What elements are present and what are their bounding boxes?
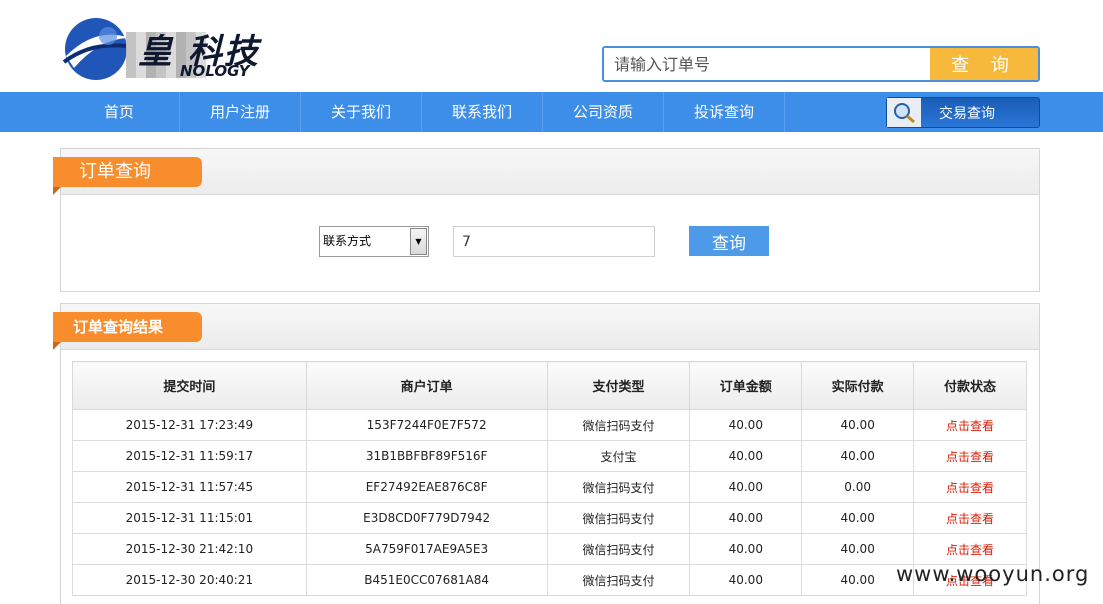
site-logo[interactable]: 皇 科技 NOLOGY	[60, 16, 310, 82]
order-result-panel: 订单查询结果 提交时间 商户订单 支付类型 订单金额 实际付款 付款状态 201…	[53, 303, 1040, 604]
cell-order-amount: 40.00	[689, 471, 803, 503]
nav-contact[interactable]: 联系我们	[422, 92, 543, 132]
order-query-title: 订单查询	[53, 157, 202, 195]
view-status-link[interactable]: 点击查看	[913, 409, 1027, 441]
cell-submit-time: 2015-12-31 11:59:17	[72, 440, 307, 472]
column-payment-status: 付款状态	[913, 361, 1027, 410]
cell-submit-time: 2015-12-30 21:42:10	[72, 533, 307, 565]
cell-submit-time: 2015-12-31 17:23:49	[72, 409, 307, 441]
cell-order-amount: 40.00	[689, 564, 803, 596]
cell-actual-paid: 40.00	[801, 440, 915, 472]
table-row: 2015-12-30 21:42:10 5A759F017AE9A5E3 微信扫…	[72, 533, 1027, 565]
trade-query-button[interactable]: 交易查询	[886, 97, 1040, 128]
site-header: 皇 科技 NOLOGY 查 询	[0, 0, 1103, 92]
nav-qualification[interactable]: 公司资质	[543, 92, 664, 132]
cell-order-amount: 40.00	[689, 409, 803, 441]
cell-order-amount: 40.00	[689, 533, 803, 565]
nav-complaint[interactable]: 投诉查询	[664, 92, 785, 132]
chevron-down-icon[interactable]: ▼	[410, 228, 427, 255]
query-submit-button[interactable]: 查询	[689, 226, 769, 256]
order-result-panel-header	[61, 304, 1039, 350]
trade-query-label: 交易查询	[939, 105, 995, 122]
cell-actual-paid: 0.00	[801, 471, 915, 503]
magnifier-icon	[887, 98, 921, 127]
nav-register[interactable]: 用户注册	[180, 92, 301, 132]
cell-order-amount: 40.00	[689, 502, 803, 534]
view-status-link[interactable]: 点击查看	[913, 471, 1027, 503]
cell-merchant-order: 31B1BBFBF89F516F	[305, 440, 548, 472]
cell-merchant-order: B451E0CC07681A84	[305, 564, 548, 596]
table-row: 2015-12-31 11:15:01 E3D8CD0F779D7942 微信扫…	[72, 502, 1027, 534]
column-actual-paid: 实际付款	[801, 361, 915, 410]
cell-actual-paid: 40.00	[801, 533, 915, 565]
cell-order-amount: 40.00	[689, 440, 803, 472]
cell-merchant-order: 153F7244F0E7F572	[305, 409, 548, 441]
order-number-input[interactable]	[604, 48, 930, 80]
order-result-title: 订单查询结果	[53, 312, 202, 350]
cell-merchant-order: EF27492EAE876C8F	[305, 471, 548, 503]
cell-submit-time: 2015-12-31 11:15:01	[72, 502, 307, 534]
cell-payment-type: 微信扫码支付	[546, 533, 691, 565]
query-type-value: 联系方式	[323, 234, 372, 248]
query-type-select[interactable]: 联系方式 ▼	[319, 226, 429, 257]
order-search-button[interactable]: 查 询	[930, 48, 1038, 80]
order-query-panel-header	[61, 149, 1039, 195]
cell-payment-type: 微信扫码支付	[546, 409, 691, 441]
cell-payment-type: 支付宝	[546, 440, 691, 472]
nav-home[interactable]: 首页	[59, 92, 180, 132]
table-header-row: 提交时间 商户订单 支付类型 订单金额 实际付款 付款状态	[72, 361, 1027, 410]
table-row: 2015-12-30 20:40:21 B451E0CC07681A84 微信扫…	[72, 564, 1027, 596]
view-status-link[interactable]: 点击查看	[913, 502, 1027, 534]
globe-logo-icon	[62, 18, 130, 80]
cell-actual-paid: 40.00	[801, 409, 915, 441]
column-submit-time: 提交时间	[72, 361, 307, 410]
cell-merchant-order: 5A759F017AE9A5E3	[305, 533, 548, 565]
order-query-panel: 订单查询 联系方式 ▼ 查询	[53, 148, 1040, 292]
cell-submit-time: 2015-12-30 20:40:21	[72, 564, 307, 596]
cell-actual-paid: 40.00	[801, 502, 915, 534]
cell-submit-time: 2015-12-31 11:57:45	[72, 471, 307, 503]
column-payment-type: 支付类型	[546, 361, 691, 410]
watermark-text: www.wooyun.org	[896, 562, 1090, 586]
cell-payment-type: 微信扫码支付	[546, 502, 691, 534]
order-result-table: 提交时间 商户订单 支付类型 订单金额 实际付款 付款状态 2015-12-31…	[72, 361, 1027, 596]
view-status-link[interactable]: 点击查看	[913, 533, 1027, 565]
query-value-input[interactable]	[453, 226, 655, 257]
table-row: 2015-12-31 11:59:17 31B1BBFBF89F516F 支付宝…	[72, 440, 1027, 472]
table-row: 2015-12-31 17:23:49 153F7244F0E7F572 微信扫…	[72, 409, 1027, 441]
view-status-link[interactable]: 点击查看	[913, 440, 1027, 472]
cell-payment-type: 微信扫码支付	[546, 471, 691, 503]
cell-payment-type: 微信扫码支付	[546, 564, 691, 596]
nav-about[interactable]: 关于我们	[301, 92, 422, 132]
logo-subtext: NOLOGY	[180, 62, 250, 80]
table-row: 2015-12-31 11:57:45 EF27492EAE876C8F 微信扫…	[72, 471, 1027, 503]
cell-merchant-order: E3D8CD0F779D7942	[305, 502, 548, 534]
order-search-bar: 查 询	[602, 46, 1040, 82]
column-order-amount: 订单金额	[689, 361, 803, 410]
column-merchant-order: 商户订单	[305, 361, 548, 410]
